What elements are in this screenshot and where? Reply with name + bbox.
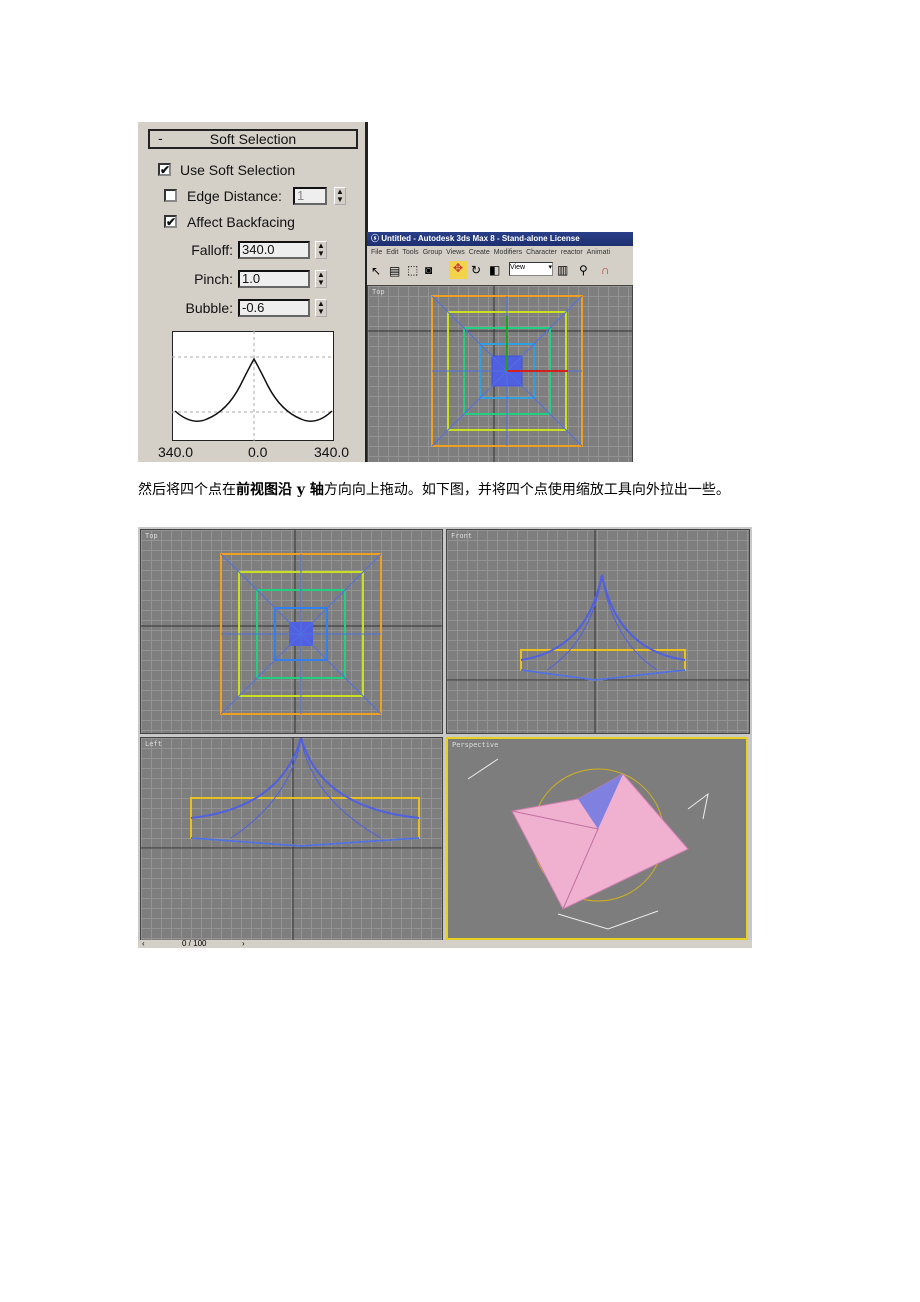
affect-backfacing-checkbox[interactable]: ✔	[164, 215, 177, 228]
shaded-mesh-perspective	[467, 758, 709, 930]
move-icon[interactable]: ✥	[449, 261, 467, 279]
soft-selection-rollout-header[interactable]: - Soft Selection	[148, 129, 358, 149]
dropdown-value: View	[510, 264, 526, 271]
menu-create[interactable]: Create	[469, 249, 490, 256]
menu-modifiers[interactable]: Modifiers	[494, 249, 522, 256]
use-soft-selection-checkbox[interactable]: ✔	[158, 163, 171, 176]
menu-file[interactable]: File	[371, 249, 382, 256]
next-frame-icon[interactable]: ›	[242, 940, 245, 948]
viewport-front[interactable]: Front	[446, 529, 750, 734]
wireframe-front	[447, 530, 749, 733]
curve-label-right: 340.0	[314, 444, 350, 460]
falloff-input[interactable]: 340.0	[238, 241, 310, 259]
time-slider[interactable]: ‹ 0 / 100 ›	[138, 940, 752, 948]
affect-backfacing-label: Affect Backfacing	[187, 214, 295, 230]
wireframe-plane	[368, 286, 632, 462]
body-paragraph: 然后将四个点在前视图沿 y 轴方向向上拖动。如下图，并将四个点使用缩放工具向外拉…	[138, 478, 788, 502]
document-page: - Soft Selection ✔ Use Soft Selection Ed…	[0, 0, 920, 1302]
dropdown-arrow-icon: ▾	[548, 264, 552, 271]
viewport-top[interactable]: Top	[140, 529, 443, 734]
edge-distance-label: Edge Distance:	[187, 188, 282, 204]
scale-icon[interactable]: ◧	[489, 263, 500, 277]
paragraph-text-continued: 方向向上拖动。如下图，并将四个点使用缩放工具向外拉出一些。	[323, 482, 730, 498]
select-manipulate-icon[interactable]: ⚲	[579, 263, 588, 277]
menu-reactor[interactable]: reactor	[561, 249, 583, 256]
wireframe-top	[141, 530, 442, 733]
falloff-spinner[interactable]: ▲ ▼	[315, 241, 327, 259]
paragraph-text: 然后将四个点在	[138, 482, 236, 498]
edge-distance-checkbox[interactable]	[164, 189, 177, 202]
top-viewport-small[interactable]: Top	[367, 285, 633, 462]
window-title: Untitled - Autodesk 3ds Max 8 - Stand-al…	[381, 234, 580, 243]
soft-selection-panel: - Soft Selection ✔ Use Soft Selection Ed…	[138, 122, 368, 462]
pinch-input[interactable]: 1.0	[238, 270, 310, 288]
curve-label-center: 0.0	[248, 444, 268, 460]
falloff-curve-graph	[172, 331, 334, 441]
bubble-input[interactable]: -0.6	[238, 299, 310, 317]
window-crossing-icon[interactable]: ◙	[425, 263, 432, 277]
region-select-icon[interactable]: ⬚	[407, 263, 418, 277]
viewport-perspective[interactable]: Perspective	[446, 737, 748, 940]
frame-counter: 0 / 100	[182, 939, 207, 948]
curve-label-left: 340.0	[158, 444, 194, 460]
viewport-left[interactable]: Left	[140, 737, 443, 942]
app-icon: ⓢ	[371, 234, 379, 243]
menu-animation[interactable]: Animati	[587, 249, 610, 256]
pinch-label: Pinch:	[194, 271, 233, 287]
pinch-spinner[interactable]: ▲ ▼	[315, 270, 327, 288]
falloff-label: Falloff:	[191, 242, 233, 258]
select-icon[interactable]: ↖	[371, 264, 381, 278]
menu-bar: File Edit Tools Group Views Create Modifiers Ch…	[367, 247, 633, 259]
menu-character[interactable]: Character	[526, 249, 557, 256]
bubble-spinner[interactable]: ▲ ▼	[315, 299, 327, 317]
use-soft-selection-label: Use Soft Selection	[180, 162, 296, 178]
edge-distance-input[interactable]: 1	[293, 187, 327, 205]
edge-distance-spinner[interactable]: ▲ ▼	[334, 187, 346, 205]
reference-coordinate-dropdown[interactable]: View ▾	[509, 262, 553, 276]
select-by-name-icon[interactable]: ▤	[389, 264, 400, 278]
title-bar: ⓢ Untitled - Autodesk 3ds Max 8 - Stand-…	[367, 232, 633, 246]
main-toolbar: ↖ ▤ ⬚ ◙ ✥ ↻ ◧ View ▾ ▥ ⚲ ∩	[367, 260, 633, 284]
rollout-title: Soft Selection	[209, 131, 297, 147]
rotate-icon[interactable]: ↻	[471, 263, 481, 277]
menu-views[interactable]: Views	[446, 249, 465, 256]
menu-tools[interactable]: Tools	[402, 249, 418, 256]
wireframe-left	[141, 738, 442, 941]
snap-icon[interactable]: ∩	[601, 263, 610, 277]
four-viewports-screenshot: Top Front Left Perspective ‹ 0 / 100 ›	[138, 527, 752, 948]
menu-group[interactable]: Group	[423, 249, 442, 256]
pivot-icon[interactable]: ▥	[557, 263, 568, 277]
max-window-screenshot: ⓢ Untitled - Autodesk 3ds Max 8 - Stand-…	[367, 232, 633, 462]
menu-edit[interactable]: Edit	[386, 249, 398, 256]
bubble-label: Bubble:	[185, 300, 233, 316]
paragraph-bold-text: 前视图沿 y 轴	[236, 482, 324, 498]
prev-frame-icon[interactable]: ‹	[142, 940, 145, 948]
